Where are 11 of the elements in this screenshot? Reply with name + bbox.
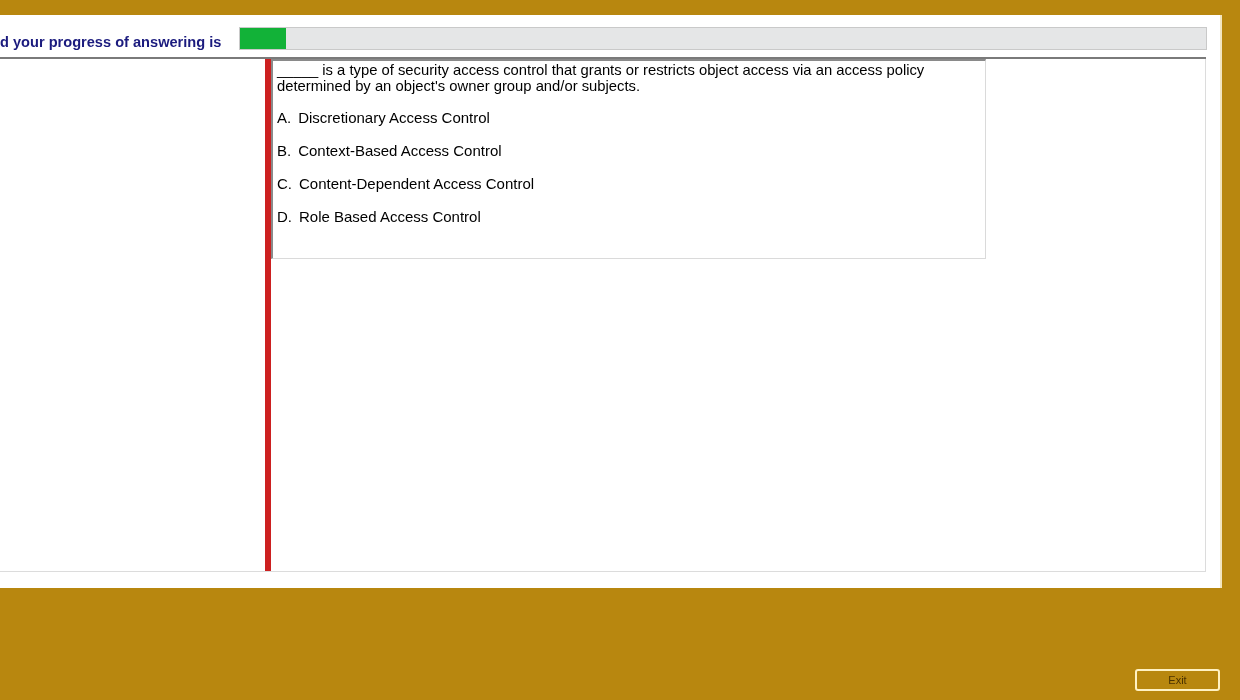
option-letter: C. [277, 176, 292, 192]
option-letter: D. [277, 209, 292, 225]
progress-label: d your progress of answering is [0, 33, 223, 52]
exit-button[interactable]: Exit [1135, 669, 1220, 691]
option-text: Content-Dependent Access Control [299, 176, 535, 192]
option-letter: B. [277, 143, 292, 159]
option-text: Role Based Access Control [299, 209, 481, 225]
question-text: _____ is a type of security access control that grants or restricts object access via an access policy determined by an object's owner group and/or subjects. [277, 62, 926, 94]
option-text: Discretionary Access Control [298, 110, 490, 126]
option-letter: A. [277, 110, 292, 126]
option-text: Context-Based Access Control [298, 143, 502, 159]
